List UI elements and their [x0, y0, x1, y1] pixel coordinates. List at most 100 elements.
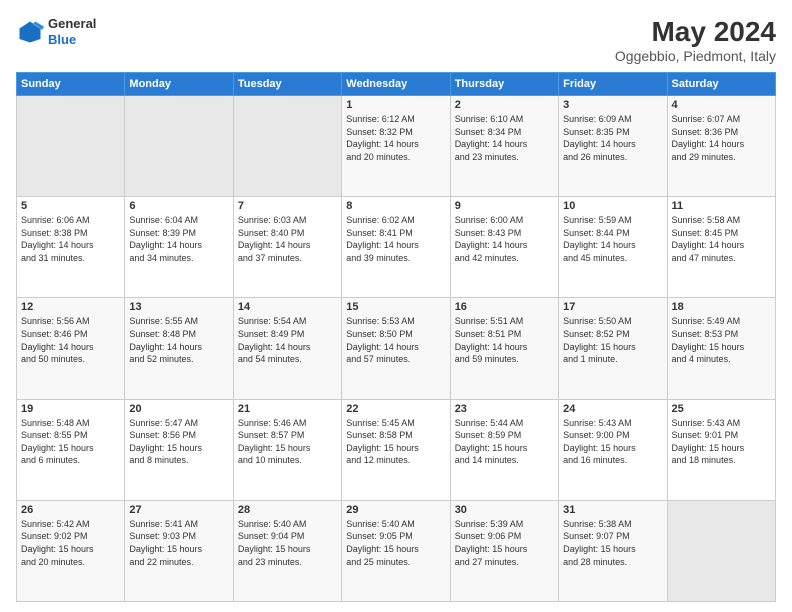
header-friday: Friday [559, 73, 667, 96]
calendar-table: Sunday Monday Tuesday Wednesday Thursday… [16, 72, 776, 602]
day-info: Sunrise: 5:49 AM Sunset: 8:53 PM Dayligh… [672, 315, 771, 365]
calendar-day-cell: 28 Sunrise: 5:40 AM Sunset: 9:04 PM Dayli… [233, 500, 341, 601]
day-number: 4 [672, 99, 771, 111]
calendar-day-cell: 23Sunrise: 5:44 AM Sunset: 8:59 PM Dayli… [450, 399, 558, 500]
day-info: Sunrise: 6:02 AM Sunset: 8:41 PM Dayligh… [346, 214, 445, 264]
calendar-day-cell: 12 Sunrise: 5:56 AM Sunset: 8:46 PM Dayli… [17, 298, 125, 399]
day-number: 9 [455, 200, 554, 212]
day-info: Sunrise: 5:59 AM Sunset: 8:44 PM Dayligh… [563, 214, 662, 264]
calendar-day-cell: 20 Sunrise: 5:47 AM Sunset: 8:56 PM Dayli… [125, 399, 233, 500]
day-info: Sunrise: 6:10 AM Sunset: 8:34 PM Dayligh… [455, 113, 554, 163]
header-monday: Monday [125, 73, 233, 96]
header-sunday: Sunday [17, 73, 125, 96]
calendar-day-cell: 15Sunrise: 5:53 AM Sunset: 8:50 PM Dayli… [342, 298, 450, 399]
day-number: 30 [455, 504, 554, 516]
day-number: 27 [129, 504, 228, 516]
day-info: Sunrise: 5:45 AM Sunset: 8:58 PM Dayligh… [346, 417, 445, 467]
day-number: 7 [238, 200, 337, 212]
day-number: 5 [21, 200, 120, 212]
calendar-day-cell: 31 Sunrise: 5:38 AM Sunset: 9:07 PM Dayli… [559, 500, 667, 601]
calendar-day-cell: 17 Sunrise: 5:50 AM Sunset: 8:52 PM Dayli… [559, 298, 667, 399]
calendar-day-cell: 11 Sunrise: 5:58 AM Sunset: 8:45 PM Dayli… [667, 197, 775, 298]
calendar-week-row: 5 Sunrise: 6:06 AM Sunset: 8:38 PM Daylig… [17, 197, 776, 298]
day-info: Sunrise: 6:12 AM Sunset: 8:32 PM Dayligh… [346, 113, 445, 163]
day-number: 10 [563, 200, 662, 212]
day-number: 24 [563, 403, 662, 415]
day-info: Sunrise: 5:40 AM Sunset: 9:04 PM Dayligh… [238, 518, 337, 568]
day-info: Sunrise: 5:54 AM Sunset: 8:49 PM Dayligh… [238, 315, 337, 365]
day-number: 18 [672, 301, 771, 313]
calendar-day-cell: 14 Sunrise: 5:54 AM Sunset: 8:49 PM Dayli… [233, 298, 341, 399]
day-number: 31 [563, 504, 662, 516]
day-number: 29 [346, 504, 445, 516]
day-number: 17 [563, 301, 662, 313]
calendar-day-cell: 8Sunrise: 6:02 AM Sunset: 8:41 PM Daylig… [342, 197, 450, 298]
calendar-day-cell: 13 Sunrise: 5:55 AM Sunset: 8:48 PM Dayli… [125, 298, 233, 399]
calendar-day-cell: 6 Sunrise: 6:04 AM Sunset: 8:39 PM Daylig… [125, 197, 233, 298]
day-info: Sunrise: 6:07 AM Sunset: 8:36 PM Dayligh… [672, 113, 771, 163]
calendar-day-cell: 10 Sunrise: 5:59 AM Sunset: 8:44 PM Dayli… [559, 197, 667, 298]
calendar-day-cell: 26 Sunrise: 5:42 AM Sunset: 9:02 PM Dayli… [17, 500, 125, 601]
day-info: Sunrise: 6:04 AM Sunset: 8:39 PM Dayligh… [129, 214, 228, 264]
subtitle: Oggebbio, Piedmont, Italy [615, 48, 776, 64]
logo-icon [16, 18, 44, 46]
day-info: Sunrise: 5:46 AM Sunset: 8:57 PM Dayligh… [238, 417, 337, 467]
calendar-day-cell [233, 96, 341, 197]
day-number: 6 [129, 200, 228, 212]
header-thursday: Thursday [450, 73, 558, 96]
day-number: 11 [672, 200, 771, 212]
day-info: Sunrise: 5:38 AM Sunset: 9:07 PM Dayligh… [563, 518, 662, 568]
calendar-day-cell: 27 Sunrise: 5:41 AM Sunset: 9:03 PM Dayli… [125, 500, 233, 601]
day-number: 25 [672, 403, 771, 415]
calendar-day-cell: 4 Sunrise: 6:07 AM Sunset: 8:36 PM Daylig… [667, 96, 775, 197]
day-info: Sunrise: 5:41 AM Sunset: 9:03 PM Dayligh… [129, 518, 228, 568]
day-number: 2 [455, 99, 554, 111]
calendar-day-cell [667, 500, 775, 601]
calendar-day-cell: 3 Sunrise: 6:09 AM Sunset: 8:35 PM Daylig… [559, 96, 667, 197]
header-saturday: Saturday [667, 73, 775, 96]
day-info: Sunrise: 6:09 AM Sunset: 8:35 PM Dayligh… [563, 113, 662, 163]
calendar-header-row: Sunday Monday Tuesday Wednesday Thursday… [17, 73, 776, 96]
page: General Blue May 2024 Oggebbio, Piedmont… [0, 0, 792, 612]
day-info: Sunrise: 5:51 AM Sunset: 8:51 PM Dayligh… [455, 315, 554, 365]
day-info: Sunrise: 5:56 AM Sunset: 8:46 PM Dayligh… [21, 315, 120, 365]
day-number: 16 [455, 301, 554, 313]
day-info: Sunrise: 5:50 AM Sunset: 8:52 PM Dayligh… [563, 315, 662, 365]
day-info: Sunrise: 6:00 AM Sunset: 8:43 PM Dayligh… [455, 214, 554, 264]
logo-text: General Blue [48, 16, 96, 47]
calendar-day-cell: 21 Sunrise: 5:46 AM Sunset: 8:57 PM Dayli… [233, 399, 341, 500]
header: General Blue May 2024 Oggebbio, Piedmont… [16, 16, 776, 64]
day-number: 19 [21, 403, 120, 415]
day-info: Sunrise: 5:42 AM Sunset: 9:02 PM Dayligh… [21, 518, 120, 568]
calendar-week-row: 26 Sunrise: 5:42 AM Sunset: 9:02 PM Dayli… [17, 500, 776, 601]
title-block: May 2024 Oggebbio, Piedmont, Italy [615, 16, 776, 64]
calendar-day-cell: 19 Sunrise: 5:48 AM Sunset: 8:55 PM Dayli… [17, 399, 125, 500]
day-info: Sunrise: 6:06 AM Sunset: 8:38 PM Dayligh… [21, 214, 120, 264]
calendar-day-cell: 2 Sunrise: 6:10 AM Sunset: 8:34 PM Daylig… [450, 96, 558, 197]
day-number: 20 [129, 403, 228, 415]
day-number: 28 [238, 504, 337, 516]
day-info: Sunrise: 6:03 AM Sunset: 8:40 PM Dayligh… [238, 214, 337, 264]
day-info: Sunrise: 5:58 AM Sunset: 8:45 PM Dayligh… [672, 214, 771, 264]
header-tuesday: Tuesday [233, 73, 341, 96]
calendar-day-cell: 5 Sunrise: 6:06 AM Sunset: 8:38 PM Daylig… [17, 197, 125, 298]
calendar-week-row: 19 Sunrise: 5:48 AM Sunset: 8:55 PM Dayli… [17, 399, 776, 500]
day-info: Sunrise: 5:48 AM Sunset: 8:55 PM Dayligh… [21, 417, 120, 467]
calendar-day-cell: 9 Sunrise: 6:00 AM Sunset: 8:43 PM Daylig… [450, 197, 558, 298]
day-number: 26 [21, 504, 120, 516]
day-info: Sunrise: 5:47 AM Sunset: 8:56 PM Dayligh… [129, 417, 228, 467]
day-number: 14 [238, 301, 337, 313]
day-info: Sunrise: 5:44 AM Sunset: 8:59 PM Dayligh… [455, 417, 554, 467]
day-number: 3 [563, 99, 662, 111]
day-number: 21 [238, 403, 337, 415]
day-number: 12 [21, 301, 120, 313]
day-info: Sunrise: 5:43 AM Sunset: 9:01 PM Dayligh… [672, 417, 771, 467]
calendar-day-cell: 16 Sunrise: 5:51 AM Sunset: 8:51 PM Dayli… [450, 298, 558, 399]
main-title: May 2024 [615, 16, 776, 48]
calendar-day-cell: 7 Sunrise: 6:03 AM Sunset: 8:40 PM Daylig… [233, 197, 341, 298]
day-number: 15 [346, 301, 445, 313]
day-info: Sunrise: 5:43 AM Sunset: 9:00 PM Dayligh… [563, 417, 662, 467]
day-number: 13 [129, 301, 228, 313]
day-info: Sunrise: 5:55 AM Sunset: 8:48 PM Dayligh… [129, 315, 228, 365]
day-info: Sunrise: 5:39 AM Sunset: 9:06 PM Dayligh… [455, 518, 554, 568]
